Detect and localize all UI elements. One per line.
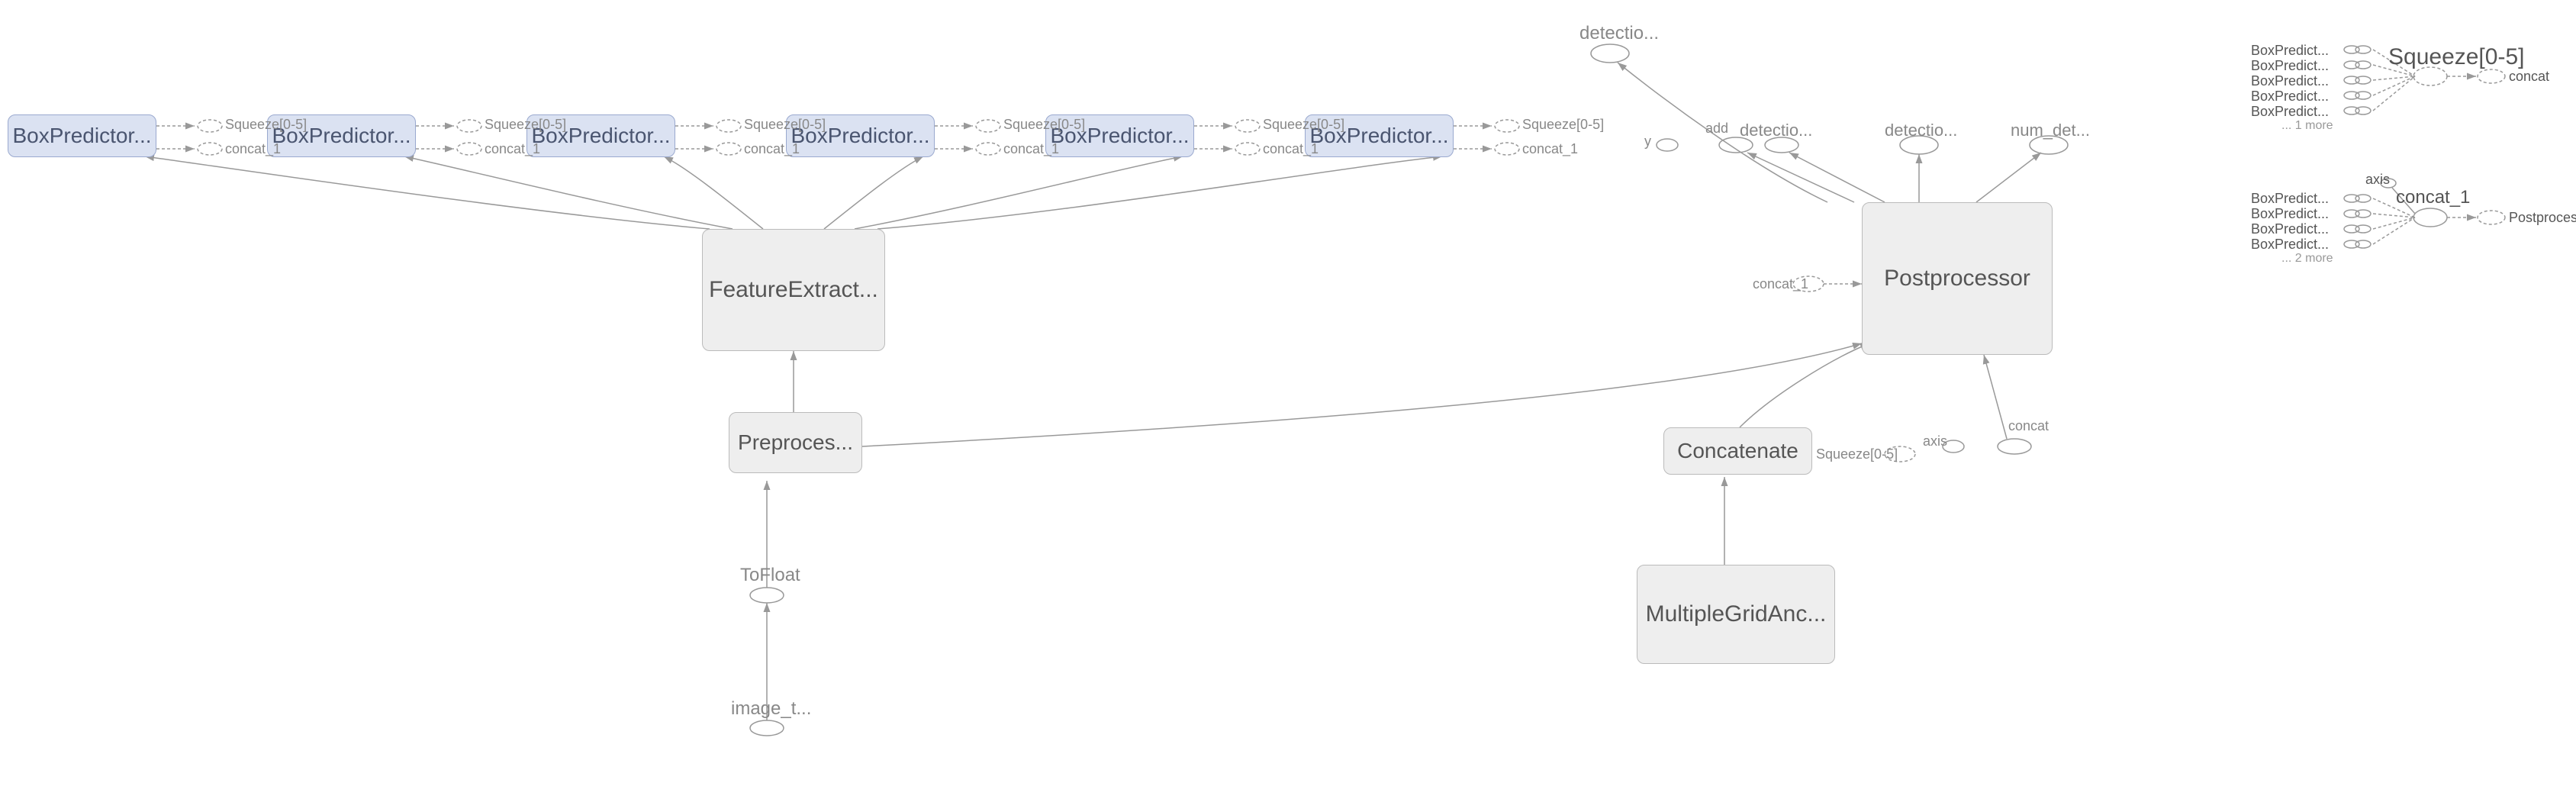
sa-in-4: BoxPredict... xyxy=(2251,104,2329,120)
sb-axis: axis xyxy=(2365,172,2390,188)
out-squeeze-3: Squeeze[0-5] xyxy=(1003,117,1085,133)
sb-in-2: BoxPredict... xyxy=(2251,221,2329,237)
sa-in-3: BoxPredict... xyxy=(2251,89,2329,105)
sb-more: ... 2 more xyxy=(2281,252,2333,266)
sa-in-0: BoxPredict... xyxy=(2251,43,2329,59)
sa-out: concat xyxy=(2509,69,2549,85)
lbl-detectio-c: detectio... xyxy=(1885,121,1957,140)
out-concat1-0: concat_1 xyxy=(225,141,281,157)
sa-in-1: BoxPredict... xyxy=(2251,58,2329,74)
sb-out: Postproces... xyxy=(2509,210,2576,226)
sb-title[interactable]: concat_1 xyxy=(2396,187,2470,208)
label: BoxPredictor... xyxy=(12,124,151,148)
out-squeeze-2: Squeeze[0-5] xyxy=(744,117,826,133)
out-concat1-4: concat_1 xyxy=(1263,141,1319,157)
out-concat1-1: concat_1 xyxy=(485,141,540,157)
out-concat1-5: concat_1 xyxy=(1522,141,1578,157)
node-preprocessor[interactable]: Preproces... xyxy=(729,412,862,473)
out-concat1-3: concat_1 xyxy=(1003,141,1059,157)
out-squeeze-1: Squeeze[0-5] xyxy=(485,117,566,133)
lbl-squeeze-in: Squeeze[0-5] xyxy=(1816,446,1898,462)
sa-title[interactable]: Squeeze[0-5] xyxy=(2388,44,2524,70)
label: Postprocessor xyxy=(1884,266,2030,292)
lbl-num-det: num_det... xyxy=(2011,121,2090,140)
lbl-concat1-in: concat_1 xyxy=(1753,276,1808,292)
node-tofloat[interactable]: ToFloat xyxy=(740,565,800,586)
node-postprocessor[interactable]: Postprocessor xyxy=(1862,202,2053,355)
sb-in-1: BoxPredict... xyxy=(2251,206,2329,222)
node-image-tensor[interactable]: image_t... xyxy=(731,698,811,720)
node-feature-extractor[interactable]: FeatureExtract... xyxy=(702,229,885,351)
label: Concatenate xyxy=(1677,439,1798,463)
lbl-detectio-b: detectio... xyxy=(1740,121,1812,140)
node-concatenate[interactable]: Concatenate xyxy=(1663,427,1812,475)
sb-in-3: BoxPredict... xyxy=(2251,237,2329,253)
lbl-add: add xyxy=(1705,121,1728,137)
out-squeeze-5: Squeeze[0-5] xyxy=(1522,117,1604,133)
out-squeeze-0: Squeeze[0-5] xyxy=(225,117,307,133)
lbl-concat-in: concat xyxy=(2008,418,2049,434)
node-multiple-grid-anc[interactable]: MultipleGridAnc... xyxy=(1637,565,1835,664)
sa-more: ... 1 more xyxy=(2281,119,2333,133)
lbl-y: y xyxy=(1644,134,1651,150)
out-concat1-2: concat_1 xyxy=(744,141,800,157)
node-box-predictor-0[interactable]: BoxPredictor... xyxy=(8,114,156,157)
label: MultipleGridAnc... xyxy=(1646,601,1827,627)
sa-in-2: BoxPredict... xyxy=(2251,73,2329,89)
label: Preproces... xyxy=(738,430,853,455)
out-squeeze-4: Squeeze[0-5] xyxy=(1263,117,1344,133)
label: FeatureExtract... xyxy=(709,277,878,303)
lbl-detectio-top: detectio... xyxy=(1579,23,1659,44)
lbl-axis-in: axis xyxy=(1923,433,1947,449)
sb-in-0: BoxPredict... xyxy=(2251,191,2329,207)
